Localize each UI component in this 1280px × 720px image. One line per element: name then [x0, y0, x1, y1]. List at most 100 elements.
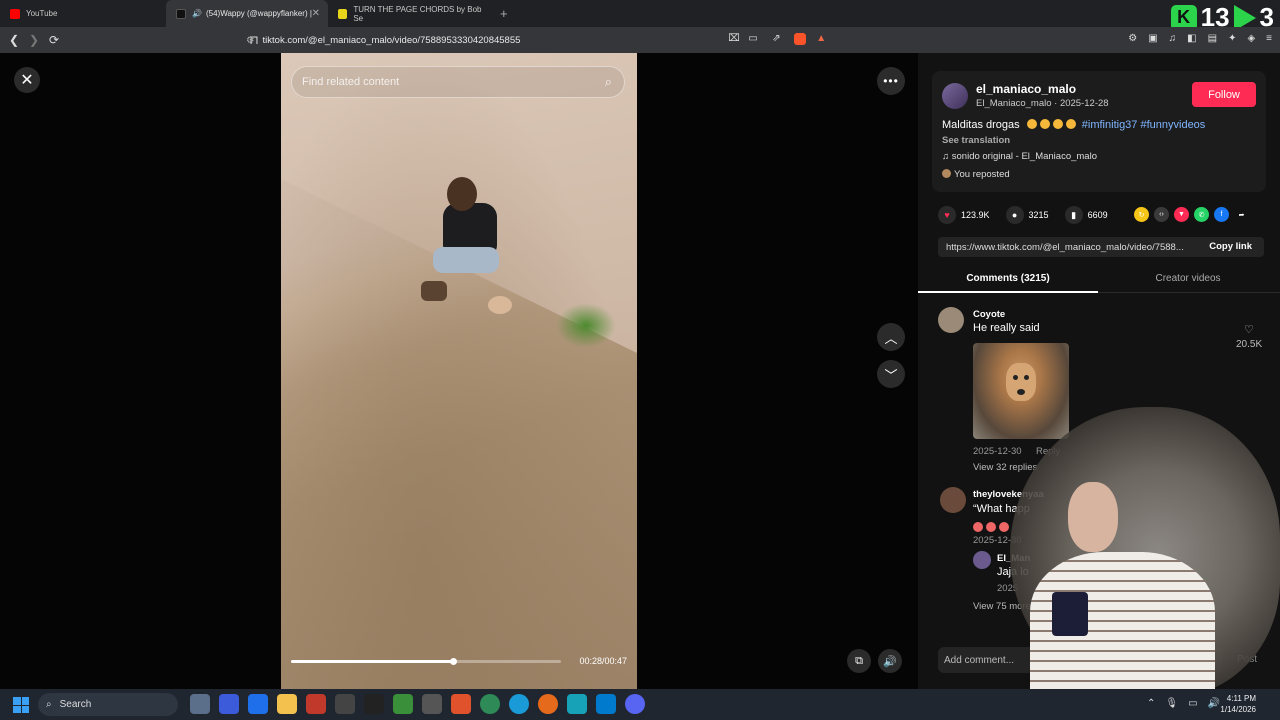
previous-video-button[interactable]: ︿	[877, 323, 905, 351]
windows-start-icon[interactable]	[13, 697, 29, 713]
reload-icon[interactable]: ⟳	[44, 33, 64, 47]
comment-emojis	[973, 518, 1012, 536]
video-progress-bar[interactable]	[291, 658, 561, 665]
progress-knob[interactable]	[450, 658, 457, 665]
dog-eye	[1013, 375, 1018, 380]
menu-icon[interactable]: ≡	[1266, 33, 1272, 44]
cast-icon[interactable]: ▭	[748, 33, 757, 44]
tab-creator-videos[interactable]: Creator videos	[1098, 267, 1278, 292]
app-icon[interactable]	[364, 694, 384, 714]
copy-link-button[interactable]: Copy link	[1209, 241, 1252, 252]
more-options-button[interactable]: •••	[877, 67, 905, 95]
tab-label: TURN THE PAGE CHORDS by Bob Se	[353, 4, 482, 23]
repost-avatar-icon	[942, 169, 951, 178]
app-icon[interactable]	[306, 694, 326, 714]
tab-comments[interactable]: Comments (3215)	[918, 267, 1098, 293]
site-info-icon[interactable]: ⚙	[246, 35, 255, 46]
comment-image[interactable]	[973, 343, 1069, 439]
app-icon[interactable]	[190, 694, 210, 714]
tab-tiktok[interactable]: 🔊 (54)Wappy (@wappyflanker) | ✕	[166, 0, 328, 27]
app-icon[interactable]	[219, 694, 239, 714]
search-placeholder: Find related content	[302, 76, 400, 88]
screenshot-icon[interactable]: ▣	[1148, 33, 1157, 44]
network-icon[interactable]: ▭	[1188, 698, 1197, 709]
wallet-icon[interactable]: ▤	[1208, 33, 1217, 44]
dog-face	[1006, 363, 1036, 401]
shields-icon[interactable]: ⌧	[728, 33, 740, 44]
tab-chords[interactable]: TURN THE PAGE CHORDS by Bob Se	[328, 0, 494, 27]
emoji-icon	[1039, 119, 1050, 129]
brave-shield-icon[interactable]	[794, 33, 807, 45]
extensions-icon[interactable]: ⚙	[1128, 33, 1137, 44]
facebook-icon[interactable]: f	[1214, 207, 1229, 222]
app-icon[interactable]	[335, 694, 355, 714]
browser-tab-bar: YouTube 🔊 (54)Wappy (@wappyflanker) | ✕ …	[0, 0, 1280, 32]
folder-icon[interactable]	[277, 694, 297, 714]
app-icon[interactable]	[248, 694, 268, 714]
username[interactable]: el_maniaco_malo	[976, 82, 1076, 96]
close-tab-icon[interactable]: ✕	[312, 8, 320, 19]
hashtags[interactable]: #imfinitig37 #funnyvideos	[1082, 119, 1206, 131]
firefox-icon[interactable]	[538, 694, 558, 714]
pip-button[interactable]: ⧉	[847, 649, 871, 673]
address-bar[interactable]: ⚙ tiktok.com/@el_maniaco_malo/video/7588…	[246, 29, 994, 51]
navigation-bar: ❮ ❯ ⟳ ⊓ ⚙ tiktok.com/@el_maniaco_malo/vi…	[0, 27, 1280, 53]
post-info-card: el_maniaco_malo El_Maniaco_malo · 2025-1…	[932, 71, 1266, 192]
save-button[interactable]: ▮ 6609	[1064, 206, 1108, 224]
new-tab-button[interactable]: +	[500, 0, 508, 27]
vscode-icon[interactable]	[596, 694, 616, 714]
related-search-input[interactable]: Find related content ⌕	[291, 66, 625, 98]
embed-icon[interactable]: ‹›	[1154, 207, 1169, 222]
media-icon[interactable]: ♫	[1169, 33, 1177, 44]
share-link-field[interactable]: https://www.tiktok.com/@el_maniaco_malo/…	[938, 237, 1264, 257]
follow-button[interactable]: Follow	[1192, 82, 1256, 107]
avatar[interactable]	[940, 487, 966, 513]
send-icon[interactable]: ▼	[1174, 207, 1189, 222]
vpn-icon[interactable]: ◈	[1247, 33, 1255, 44]
ai-icon[interactable]: ✦	[1228, 33, 1236, 44]
chevron-up-icon[interactable]: ⌃	[1147, 698, 1155, 709]
bookmark-icon: ▮	[1064, 206, 1083, 224]
close-video-button[interactable]: ✕	[14, 67, 40, 93]
forward-icon[interactable]: ❯	[24, 33, 44, 47]
timecode: 00:28/00:47	[579, 656, 627, 666]
tab-label: (54)Wappy (@wappyflanker) |	[205, 9, 312, 18]
mic-icon[interactable]: 🎙	[1165, 698, 1178, 709]
share-arrow-icon[interactable]: ➦	[1234, 207, 1249, 222]
chrome-icon[interactable]	[480, 694, 500, 714]
next-video-button[interactable]: ﹀	[877, 360, 905, 388]
comment-author[interactable]: Coyote	[973, 309, 1005, 320]
app-icon[interactable]	[393, 694, 413, 714]
app-icon[interactable]	[422, 694, 442, 714]
avatar[interactable]	[973, 551, 991, 569]
save-count: 6609	[1087, 210, 1108, 220]
system-clock[interactable]: 4:11 PM 1/14/2026	[1220, 693, 1256, 715]
comment-button[interactable]: ● 3215	[1005, 206, 1049, 224]
view-replies-link[interactable]: View 32 replies	[973, 462, 1037, 473]
like-button[interactable]: ♥ 123.9K	[938, 206, 990, 224]
heart-icon[interactable]: ♡	[1244, 323, 1254, 336]
brave-rewards-icon[interactable]: ▲	[816, 33, 826, 44]
volume-icon[interactable]: 🔊	[1208, 698, 1220, 709]
discord-icon[interactable]	[625, 694, 645, 714]
edge-icon[interactable]	[509, 694, 529, 714]
progress-fill	[291, 660, 453, 663]
volume-button[interactable]: 🔊	[878, 649, 902, 673]
whatsapp-icon[interactable]: ✆	[1194, 207, 1209, 222]
brave-icon[interactable]	[451, 694, 471, 714]
music-link[interactable]: ♫ sonido original - El_Maniaco_malo	[942, 151, 1097, 162]
sidebar-icon[interactable]: ◧	[1187, 33, 1196, 44]
video-player[interactable]: Find related content ⌕ 00:28/00:47	[281, 53, 637, 689]
back-icon[interactable]: ❮	[4, 33, 24, 47]
dog-nose	[1017, 389, 1025, 395]
windows-taskbar: ⌕ Search ⌃ 🎙 ▭ 🔊 4:11 PM 1/14/2026	[0, 689, 1280, 720]
tab-youtube[interactable]: YouTube	[0, 0, 166, 27]
repost-share-icon[interactable]: ↻	[1134, 207, 1149, 222]
avatar[interactable]	[938, 307, 964, 333]
see-translation-link[interactable]: See translation	[942, 135, 1010, 146]
app-icon[interactable]	[567, 694, 587, 714]
avatar[interactable]	[942, 83, 968, 109]
search-icon[interactable]: ⌕	[605, 74, 612, 90]
share-icon[interactable]: ⇗	[772, 33, 780, 44]
taskbar-search[interactable]: ⌕ Search	[38, 693, 178, 716]
